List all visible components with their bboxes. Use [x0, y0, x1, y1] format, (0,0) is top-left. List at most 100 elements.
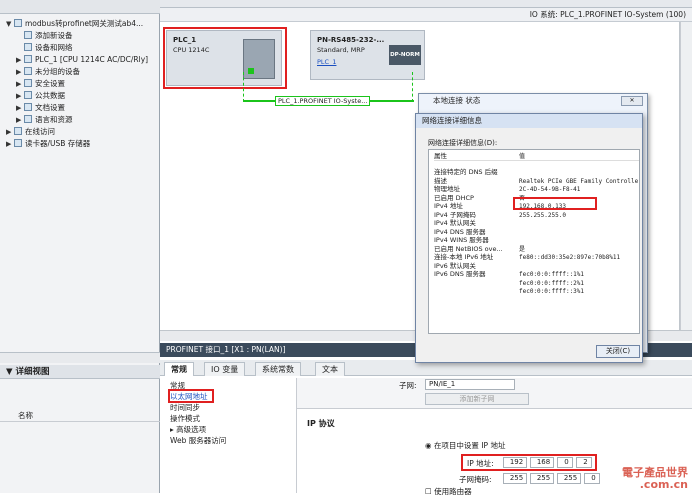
detail-view-title: 详细视图 [15, 367, 50, 377]
nav-time-sync[interactable]: 时间同步 [170, 402, 200, 413]
tree-node-icon [14, 127, 22, 135]
tree-item-label: 语言和资源 [35, 115, 73, 124]
tree-item-label: 文档设置 [35, 103, 65, 112]
tree-horizontal-scrollbar[interactable] [0, 352, 160, 363]
tree-node-icon [24, 115, 32, 123]
plc-highlight [163, 27, 287, 89]
details-header-row: 属性 值 [434, 152, 639, 161]
network-vertical-scrollbar[interactable] [680, 22, 692, 330]
use-router-label: 使用路由器 [434, 487, 472, 496]
project-tree-panel: ▼ modbus转profinet网关测试ab4... 添加新设备设备和网络 ▶ PLC… [0, 0, 160, 493]
tree-item-label: PLC_1 [CPU 1214C AC/DC/Rly] [35, 55, 149, 64]
bus-connector-left [243, 72, 245, 102]
nav-operating-mode[interactable]: 操作模式 [170, 413, 200, 424]
tab-system-constants[interactable]: 系统常数 [255, 362, 301, 376]
ip-radio-label: 在项目中设置 IP 地址 [433, 441, 506, 450]
ip-highlight [461, 454, 597, 471]
tab-io-tags[interactable]: IO 变量 [204, 362, 246, 376]
properties-nav: 常规 以太网地址 时间同步 操作模式 ▸ 高级选项 Web 服务器访问 [166, 378, 294, 493]
row-value: fec0:0:0:ffff::3%1 [519, 288, 585, 295]
mask-octet-2[interactable]: 255 [530, 473, 554, 484]
col-value: 值 [519, 153, 526, 160]
expand-icon[interactable]: ▶ [16, 102, 24, 114]
tree-item-label: 未分组的设备 [35, 67, 80, 76]
project-tree-toolbar [0, 0, 160, 14]
tree-node-icon [24, 79, 32, 87]
watermark-line2: .com.cn [639, 478, 688, 491]
tree-node-icon [14, 19, 22, 27]
expand-icon[interactable]: ▶ [6, 138, 14, 150]
close-button[interactable]: 关闭(C) [596, 345, 640, 358]
tree-item-label: 安全设置 [35, 79, 65, 88]
mask-octet-4[interactable]: 0 [584, 473, 600, 484]
nav-advanced[interactable]: ▸ 高级选项 [170, 424, 206, 435]
gateway-sub: Standard, MRP [317, 46, 365, 54]
tab-texts[interactable]: 文本 [315, 362, 345, 376]
detail-name-column: 名称 [0, 410, 160, 422]
tree-item[interactable]: ▶ 在线访问 [6, 126, 55, 138]
expand-icon[interactable]: ▶ [16, 114, 24, 126]
tree-node-icon [24, 91, 32, 99]
tree-item[interactable]: ▶ 语言和资源 [16, 114, 73, 126]
tree-node-icon [24, 43, 32, 51]
details-list[interactable]: 属性 值 连接特定的 DNS 后缀 描述 Realtek PCIe GBE Fami… [428, 149, 640, 334]
expand-icon[interactable]: ▶ [16, 66, 24, 78]
tree-item[interactable]: ▶ PLC_1 [CPU 1214C AC/DC/Rly] [16, 54, 148, 66]
tree-item-label: 设备和网络 [35, 43, 73, 52]
profinet-bus-label[interactable]: PLC_1.PROFINET IO-Syste... [275, 96, 371, 106]
tree-item-label: modbus转profinet网关测试ab4... [25, 19, 144, 28]
details-row: fec0:0:0:ffff::3%1 [434, 287, 639, 296]
detail-view-header[interactable]: ▼ 详细视图 [0, 365, 160, 379]
tree-item[interactable]: ▶ 读卡器/USB 存储器 [6, 138, 90, 150]
gateway-controller-link[interactable]: PLC_1 [317, 58, 336, 66]
tree-item[interactable]: ▶ 文档设置 [16, 102, 65, 114]
tab-general[interactable]: 常规 [164, 362, 194, 376]
expand-icon[interactable]: ▼ [6, 18, 14, 30]
tree-node-icon [14, 139, 22, 147]
expand-icon[interactable]: ▶ [6, 126, 14, 138]
tree-item-label: 在线访问 [25, 127, 55, 136]
col-property: 属性 [434, 152, 447, 160]
mask-octet-3[interactable]: 255 [557, 473, 581, 484]
tree-node-icon [24, 31, 32, 39]
expand-icon[interactable]: ▶ [16, 54, 24, 66]
expand-icon[interactable]: ▶ [16, 90, 24, 102]
details-subtitle: 网络连接详细信息(D): [428, 139, 498, 147]
nav-advanced-label: 高级选项 [176, 425, 207, 434]
subnet-label: 子网: [399, 381, 417, 390]
subnet-select[interactable]: PN/IE_1 [425, 379, 515, 390]
use-router-checkbox[interactable]: ☐ 使用路由器 [425, 486, 472, 497]
watermark: 電子產品世界 .com.cn [622, 467, 688, 491]
tree-item-label: 添加新设备 [35, 31, 73, 40]
tree-item[interactable]: 添加新设备 [16, 30, 73, 42]
ipv4-highlight [513, 197, 597, 210]
status-close-icon[interactable]: ✕ [621, 96, 643, 106]
tree-item[interactable]: ▶ 安全设置 [16, 78, 65, 90]
tree-node-icon [24, 67, 32, 75]
io-system-label: IO 系统: PLC_1.PROFINET IO-System (100) [529, 10, 686, 19]
add-subnet-button[interactable]: 添加新子网 [425, 393, 529, 405]
expand-icon[interactable]: ▶ [16, 78, 24, 90]
nav-web-server[interactable]: Web 服务器访问 [170, 435, 226, 446]
gateway-name: PN-RS485-232-... [317, 36, 385, 44]
tree-node-icon [24, 55, 32, 63]
tree-item-label: 读卡器/USB 存储器 [25, 139, 91, 148]
network-view-header: IO 系统: PLC_1.PROFINET IO-System (100) [160, 8, 692, 22]
tree-item-label: 公共数据 [35, 91, 65, 100]
tree-item[interactable]: ▼ modbus转profinet网关测试ab4... [6, 18, 143, 30]
gateway-module-icon: DP-NORM [389, 45, 421, 65]
status-dialog-title: 本地连接 状态 [433, 96, 481, 105]
ip-radio[interactable]: ◉ 在项目中设置 IP 地址 [425, 440, 505, 451]
nav-highlight [168, 389, 214, 403]
network-details-dialog: 网络连接详细信息 网络连接详细信息(D): 属性 值 连接特定的 DNS 后缀描… [415, 113, 643, 363]
details-dialog-title: 网络连接详细信息 [416, 114, 642, 128]
tree-item[interactable]: ▶ 未分组的设备 [16, 66, 80, 78]
bus-connector-right [412, 72, 414, 102]
tree-node-icon [24, 103, 32, 111]
tree-item[interactable]: ▶ 公共数据 [16, 90, 65, 102]
gateway-device[interactable]: PN-RS485-232-... Standard, MRP PLC_1 DP-… [310, 30, 425, 80]
mask-octet-1[interactable]: 255 [503, 473, 527, 484]
tree-item[interactable]: 设备和网络 [16, 42, 73, 54]
subnet-mask-label: 子网掩码: [459, 475, 492, 484]
main-toolbar [160, 0, 692, 8]
